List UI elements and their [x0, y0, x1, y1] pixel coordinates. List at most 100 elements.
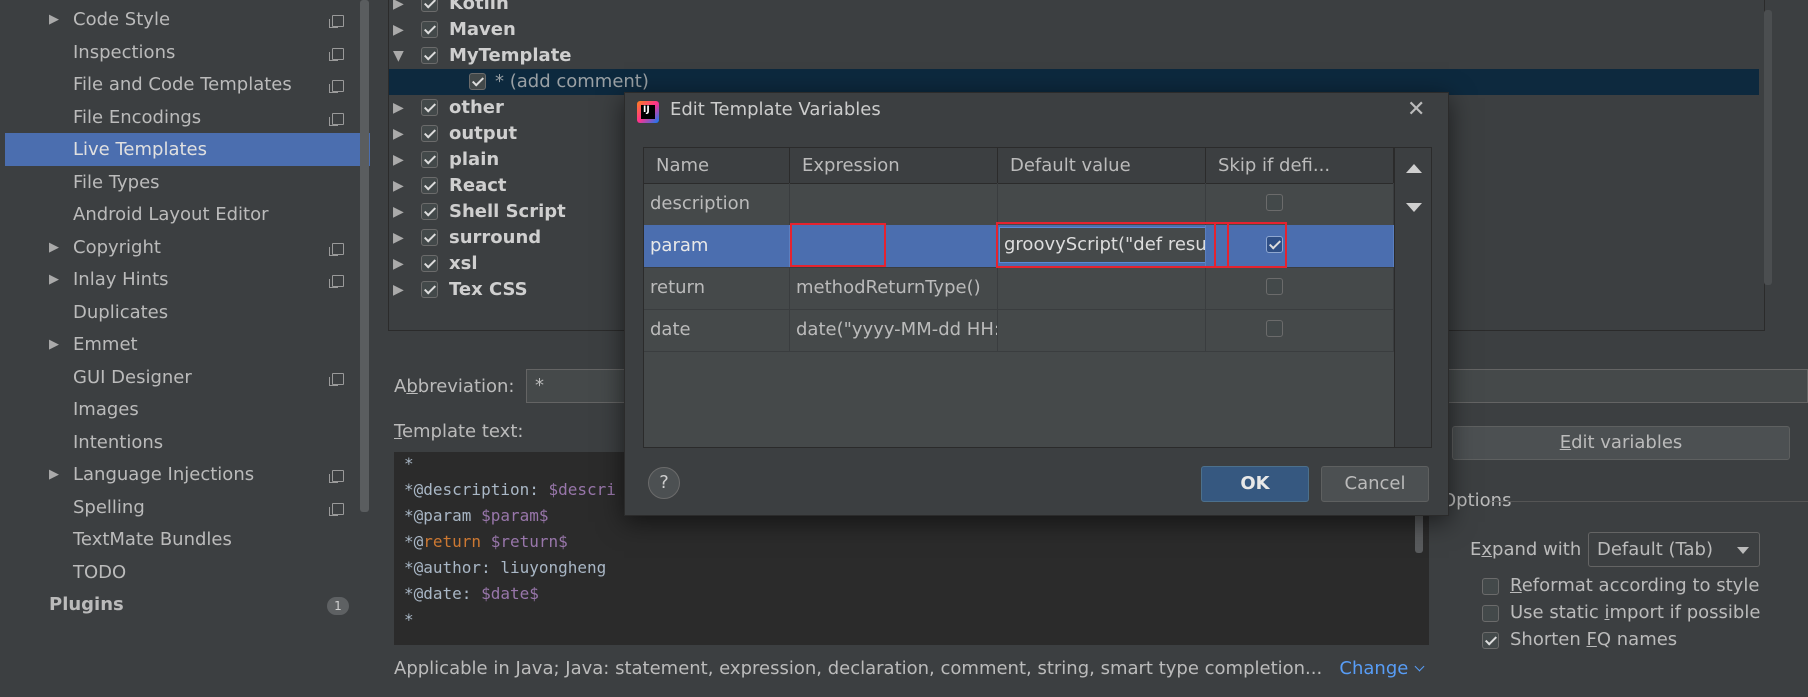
expand-arrow-icon[interactable]: ▶: [49, 263, 59, 296]
expand-arrow-icon[interactable]: ▶: [49, 3, 59, 36]
option-label: Reformat according to style: [1510, 575, 1760, 596]
column-header-default-value[interactable]: Default value: [998, 148, 1206, 183]
collapse-arrow-icon[interactable]: ▼: [393, 43, 404, 69]
ok-button[interactable]: OK: [1201, 466, 1309, 502]
variables-table-toolbar: [1395, 147, 1432, 448]
cell-expression[interactable]: methodReturnType(): [790, 267, 998, 309]
chevron-down-icon: [1414, 661, 1425, 672]
expand-arrow-icon[interactable]: ▶: [393, 17, 404, 43]
expand-arrow-icon[interactable]: ▶: [393, 199, 404, 225]
variable-row[interactable]: date date("yyyy-MM-dd HH:...: [644, 309, 1394, 352]
expand-arrow-icon[interactable]: ▶: [49, 231, 59, 264]
code-token: *: [404, 610, 414, 629]
variable-row[interactable]: return methodReturnType(): [644, 267, 1394, 310]
cell-default-value[interactable]: [998, 267, 1206, 309]
options-divider: [1490, 501, 1808, 502]
sidebar-item-label: Duplicates: [73, 301, 169, 323]
template-group[interactable]: ▼ MyTemplate: [389, 43, 1759, 69]
cancel-button[interactable]: Cancel: [1321, 466, 1429, 502]
expand-arrow-icon[interactable]: ▶: [393, 95, 404, 121]
cell-expression[interactable]: [790, 183, 998, 225]
sidebar-item[interactable]: Images: [5, 393, 370, 426]
expand-arrow-icon[interactable]: ▶: [49, 328, 59, 361]
sidebar-item[interactable]: TextMate Bundles: [5, 523, 370, 556]
sidebar-item[interactable]: Android Layout Editor: [5, 198, 370, 231]
cell-skip-if-defined[interactable]: [1206, 267, 1394, 309]
sidebar-item[interactable]: Duplicates: [5, 296, 370, 329]
sidebar-scrollbar[interactable]: [360, 0, 369, 512]
cell-name[interactable]: description: [644, 183, 790, 225]
template-group[interactable]: ▶ Kotlin: [389, 0, 1759, 17]
template-checkbox[interactable]: [421, 255, 438, 272]
template-group[interactable]: ▶ Maven: [389, 17, 1759, 43]
sidebar-item[interactable]: ▶ Inlay Hints: [5, 263, 370, 296]
cell-expression[interactable]: date("yyyy-MM-dd HH:...: [790, 309, 998, 351]
code-line: *@description: $descri: [404, 480, 616, 499]
edit-variables-button[interactable]: Edit variables: [1452, 426, 1790, 460]
sidebar-item[interactable]: TODO: [5, 556, 370, 589]
expand-arrow-icon[interactable]: ▶: [393, 277, 404, 303]
template-checkbox[interactable]: [421, 125, 438, 142]
sidebar-item[interactable]: ▶ Copyright: [5, 231, 370, 264]
template-checkbox[interactable]: [421, 0, 438, 12]
cell-name[interactable]: return: [644, 267, 790, 309]
option-checkbox[interactable]: [1482, 578, 1499, 595]
template-checkbox[interactable]: [421, 229, 438, 246]
expand-arrow-icon[interactable]: ▶: [393, 147, 404, 173]
cell-default-value[interactable]: [998, 309, 1206, 351]
column-header-skip-if-defined[interactable]: Skip if defi...: [1206, 148, 1394, 183]
template-label: other: [449, 97, 504, 118]
expand-arrow-icon[interactable]: ▶: [393, 251, 404, 277]
template-checkbox[interactable]: [421, 203, 438, 220]
expand-arrow-icon[interactable]: ▶: [393, 121, 404, 147]
sidebar-item[interactable]: GUI Designer: [5, 361, 370, 394]
cell-skip-if-defined[interactable]: [1206, 309, 1394, 351]
code-line: *: [404, 454, 414, 473]
close-icon[interactable]: ✕: [1407, 97, 1425, 122]
template-label: xsl: [449, 253, 478, 274]
template-checkbox[interactable]: [421, 21, 438, 38]
move-down-icon[interactable]: [1406, 203, 1422, 212]
template-checkbox[interactable]: [469, 73, 486, 90]
sidebar-item[interactable]: Inspections: [5, 36, 370, 69]
template-checkbox[interactable]: [421, 99, 438, 116]
template-checkbox[interactable]: [421, 47, 438, 64]
code-token: return: [423, 532, 482, 551]
cell-default-value[interactable]: [998, 183, 1206, 225]
column-header-name[interactable]: Name: [644, 148, 790, 183]
column-header-expression[interactable]: Expression: [790, 148, 998, 183]
template-label: Kotlin: [449, 0, 509, 14]
sidebar-item[interactable]: File and Code Templates: [5, 68, 370, 101]
cell-name[interactable]: date: [644, 309, 790, 351]
variable-row[interactable]: description: [644, 183, 1394, 226]
expand-arrow-icon[interactable]: ▶: [393, 225, 404, 251]
expand-arrow-icon[interactable]: ▶: [393, 173, 404, 199]
skip-checkbox[interactable]: [1266, 194, 1283, 211]
sidebar-item[interactable]: File Encodings: [5, 101, 370, 134]
option-checkbox[interactable]: [1482, 632, 1499, 649]
sidebar-item[interactable]: File Types: [5, 166, 370, 199]
skip-checkbox[interactable]: [1266, 320, 1283, 337]
template-checkbox[interactable]: [421, 151, 438, 168]
sidebar-item[interactable]: ▶ Language Injections: [5, 458, 370, 491]
sidebar-item-plugins[interactable]: Plugins 1: [5, 588, 370, 621]
change-link[interactable]: Change: [1328, 658, 1425, 679]
templates-tree-scrollbar[interactable]: [1764, 10, 1772, 285]
template-checkbox[interactable]: [421, 281, 438, 298]
sidebar-item[interactable]: ▶ Code Style: [5, 3, 370, 36]
sidebar-item[interactable]: Spelling: [5, 491, 370, 524]
option-checkbox[interactable]: [1482, 605, 1499, 622]
expand-arrow-icon[interactable]: ▶: [393, 0, 404, 17]
expand-with-select[interactable]: Default (Tab): [1588, 532, 1760, 567]
code-token: $date$: [481, 584, 539, 603]
expand-arrow-icon[interactable]: ▶: [49, 458, 59, 491]
sidebar-item[interactable]: ▶ Emmet: [5, 328, 370, 361]
template-checkbox[interactable]: [421, 177, 438, 194]
skip-checkbox[interactable]: [1266, 278, 1283, 295]
cell-name[interactable]: param: [644, 225, 790, 267]
sidebar-item[interactable]: Live Templates: [5, 133, 370, 166]
cell-skip-if-defined[interactable]: [1206, 183, 1394, 225]
sidebar-item[interactable]: Intentions: [5, 426, 370, 459]
move-up-icon[interactable]: [1406, 164, 1422, 173]
help-button[interactable]: ?: [648, 467, 680, 499]
